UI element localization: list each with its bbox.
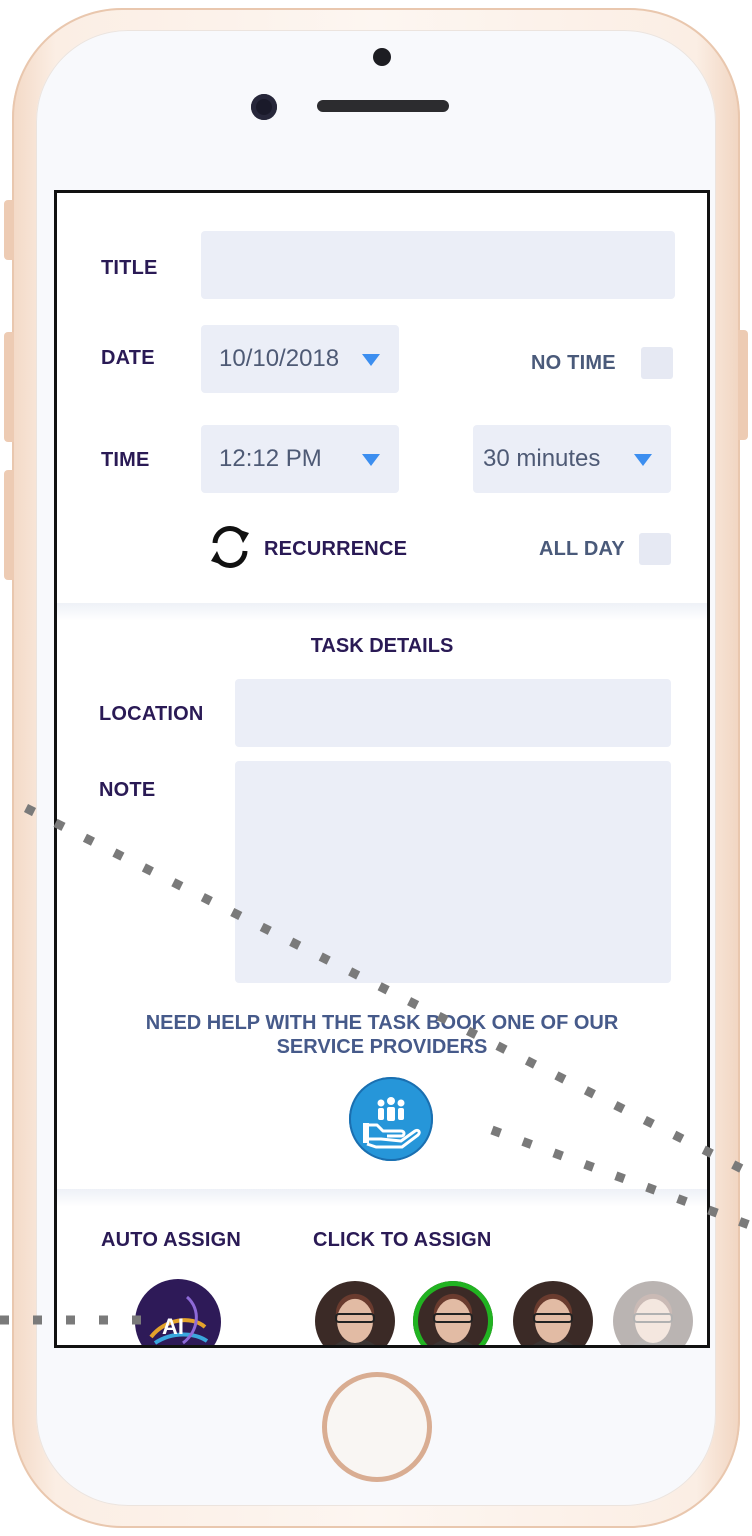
dotted-overlay-lines [0, 803, 752, 1325]
dotted-line [490, 1125, 752, 1231]
dotted-line [23, 803, 752, 1179]
